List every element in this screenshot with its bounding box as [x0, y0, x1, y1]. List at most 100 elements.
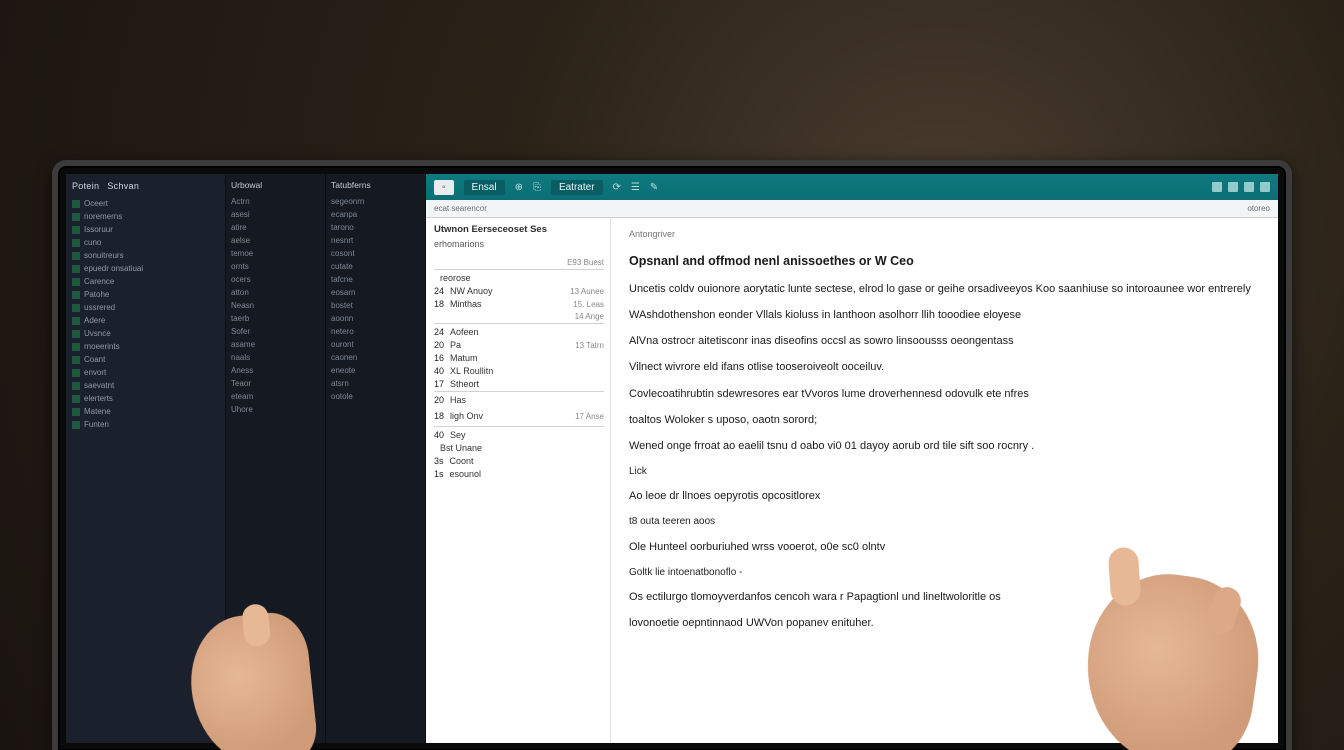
file-icon: [72, 421, 80, 429]
sidebar-far-item[interactable]: Issoruur: [68, 223, 223, 236]
outline-row[interactable]: E93 Buest: [434, 257, 604, 270]
sidebar-mid-item[interactable]: Actrn: [228, 195, 323, 208]
outline-row-label: Stheort: [444, 379, 604, 389]
sidebar-mid-item[interactable]: nesnrt: [328, 234, 423, 247]
sidebar-far-item-label: elerterts: [84, 393, 113, 404]
sidebar-mid-item[interactable]: Aness: [228, 364, 323, 377]
outline-row[interactable]: reorose: [434, 272, 604, 285]
sidebar-mid-item[interactable]: caonen: [328, 351, 423, 364]
tab-blank[interactable]: ◦: [434, 180, 454, 195]
sidebar-mid-item[interactable]: Uhore: [228, 403, 323, 416]
win-max-icon[interactable]: [1228, 182, 1238, 192]
outline-row[interactable]: 14 Ange: [434, 311, 604, 324]
subbar-right: otoreo: [1247, 204, 1270, 213]
outline-row[interactable]: Bst Unane: [434, 442, 604, 455]
sidebar-far-item[interactable]: elerterts: [68, 392, 223, 405]
sidebar-mid-item[interactable]: atsrn: [328, 377, 423, 390]
toolbar-glyph-4[interactable]: ☰: [631, 182, 640, 193]
sidebar-mid-item[interactable]: aelse: [228, 234, 323, 247]
sidebar-mid-item[interactable]: eosarn: [328, 286, 423, 299]
sidebar-mid-item[interactable]: naals: [228, 351, 323, 364]
sidebar-mid-item[interactable]: tarono: [328, 221, 423, 234]
file-icon: [72, 278, 80, 286]
sidebar-far-item-label: Matene: [84, 406, 111, 417]
sidebar-far-item[interactable]: cuno: [68, 236, 223, 249]
sidebar-mid-item[interactable]: ornts: [228, 260, 323, 273]
outline-row[interactable]: 20Has: [434, 394, 604, 407]
sidebar-mid-item[interactable]: atton: [228, 286, 323, 299]
sidebar-far-item[interactable]: Carence: [68, 275, 223, 288]
sidebar-mid-item[interactable]: ecanpa: [328, 208, 423, 221]
outline-row[interactable]: 1sesounol: [434, 468, 604, 481]
toolbar-glyph-5[interactable]: ✎: [650, 182, 658, 193]
sidebar-mid-item[interactable]: Sofer: [228, 325, 323, 338]
toolbar-glyph-3[interactable]: ⟳: [613, 182, 621, 193]
sidebar-mid-item[interactable]: aoonn: [328, 312, 423, 325]
sidebar-far-item[interactable]: ussrered: [68, 301, 223, 314]
file-icon: [72, 239, 80, 247]
sidebar-far-item[interactable]: saevatnt: [68, 379, 223, 392]
sidebar-mid-item[interactable]: ocers: [228, 273, 323, 286]
file-icon: [72, 343, 80, 351]
toolbar-glyph-1[interactable]: ⊕: [515, 182, 523, 193]
sidebar-mid-item[interactable]: cosont: [328, 247, 423, 260]
sidebar-far-item[interactable]: Funten: [68, 418, 223, 431]
outline-row[interactable]: [434, 423, 604, 427]
outline-row-num: 16: [434, 353, 444, 363]
win-min-icon[interactable]: [1212, 182, 1222, 192]
sidebar-mid-item[interactable]: eteam: [228, 390, 323, 403]
sidebar-mid-item[interactable]: segeonrn: [328, 195, 423, 208]
sidebar-mid-item[interactable]: ootole: [328, 390, 423, 403]
outline-row-meta: 14 Ange: [575, 312, 604, 321]
sidebar-mid-item[interactable]: netero: [328, 325, 423, 338]
sidebar-far-item[interactable]: Matene: [68, 405, 223, 418]
document-content[interactable]: Antongriver Opsnanl and offmod nenl anis…: [611, 218, 1278, 743]
win-extra-icon[interactable]: [1260, 182, 1270, 192]
sidebar-far-item-label: Oceert: [84, 198, 108, 209]
sidebar-far-item[interactable]: noremerns: [68, 210, 223, 223]
sidebar-mid-item[interactable]: bostet: [328, 299, 423, 312]
sidebar-far-item[interactable]: envort: [68, 366, 223, 379]
win-close-icon[interactable]: [1244, 182, 1254, 192]
outline-row[interactable]: 18Minthas15. Leas: [434, 298, 604, 311]
tab-primary-label: Ensal: [472, 182, 497, 193]
sidebar-far-item[interactable]: Uvsnce: [68, 327, 223, 340]
outline-row[interactable]: 40XL Roullitn: [434, 365, 604, 378]
sidebar-far-item[interactable]: Patohe: [68, 288, 223, 301]
outline-row[interactable]: 16Matum: [434, 352, 604, 365]
subbar-left: ecat searencor: [434, 204, 487, 213]
file-icon: [72, 317, 80, 325]
sidebar-mid-item[interactable]: asesi: [228, 208, 323, 221]
breadcrumb: Antongriver: [629, 228, 1252, 242]
sidebar-mid-item[interactable]: cutate: [328, 260, 423, 273]
outline-row[interactable]: 3sCoont: [434, 455, 604, 468]
sidebar-far-item[interactable]: Coant: [68, 353, 223, 366]
tab-primary[interactable]: Ensal: [464, 180, 505, 195]
sidebar-mid-item[interactable]: Neasn: [228, 299, 323, 312]
sidebar-mid-item[interactable]: eneote: [328, 364, 423, 377]
sidebar-far-item[interactable]: Adere: [68, 314, 223, 327]
sidebar-mid-item[interactable]: ouront: [328, 338, 423, 351]
outline-row[interactable]: 24NW Anuoy13 Aunee: [434, 285, 604, 298]
outline-row[interactable]: 24Aofeen: [434, 326, 604, 339]
sidebar-mid-item[interactable]: tafcne: [328, 273, 423, 286]
sidebar-mid-item[interactable]: taerb: [228, 312, 323, 325]
sidebar-far-item[interactable]: sonuitreurs: [68, 249, 223, 262]
document-outline: Utwnon Eerseceoset Ses erhomarions E93 B…: [426, 218, 611, 743]
toolbar-glyph-2[interactable]: ⎘: [533, 182, 541, 193]
sidebar-far-item-label: Carence: [84, 276, 114, 287]
outline-row[interactable]: 18ligh Onv17 Anse: [434, 410, 604, 423]
sidebar-mid-item[interactable]: asame: [228, 338, 323, 351]
sidebar-far-item[interactable]: rnoeerints: [68, 340, 223, 353]
outline-row[interactable]: 17Stheort: [434, 378, 604, 392]
sidebar-far-item[interactable]: Oceert: [68, 197, 223, 210]
sidebar-mid-item[interactable]: atire: [228, 221, 323, 234]
sidebar-far-item[interactable]: epuedr onsatiuai: [68, 262, 223, 275]
outline-row[interactable]: 20Pa13 Tatrn: [434, 339, 604, 352]
outline-row-label: Minthas: [444, 299, 573, 309]
outline-row[interactable]: 40Sey: [434, 429, 604, 442]
sidebar-mid-item[interactable]: temoe: [228, 247, 323, 260]
sidebar-mid-item[interactable]: Teaor: [228, 377, 323, 390]
tab-secondary[interactable]: Eatrater: [551, 180, 603, 195]
outline-subtitle: erhomarions: [434, 239, 604, 249]
